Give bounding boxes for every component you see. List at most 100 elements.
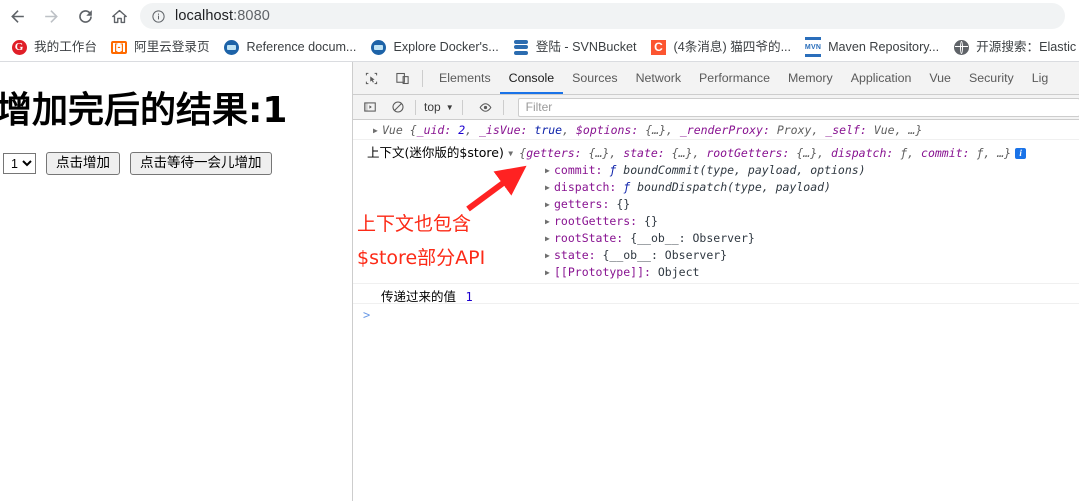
url-host: localhost — [175, 8, 234, 24]
console-prompt[interactable]: > — [353, 304, 1079, 326]
console-message-context[interactable]: 上下文(迷你版的$store) ▼ {getters: {…}, state: {… — [353, 140, 1079, 284]
property-row[interactable]: ▶ commit: ƒ boundCommit(type, payload, op… — [367, 162, 1079, 179]
clear-console-button[interactable] — [387, 96, 409, 118]
docker-icon — [224, 39, 240, 55]
address-bar[interactable]: localhost:8080 — [140, 3, 1065, 29]
home-button[interactable] — [102, 0, 136, 32]
console-message-passed-value[interactable]: 传递过来的值 1 — [353, 284, 1079, 304]
disclosure-triangle-icon[interactable]: ▶ — [545, 248, 554, 264]
passed-value-label: 传递过来的值 — [381, 289, 457, 304]
property-value: Object — [657, 265, 700, 279]
bookmark-label: 开源搜索：Elastic — [976, 40, 1077, 54]
property-row[interactable]: ▶ getters: {} — [367, 196, 1079, 213]
aliyun-icon: [-] — [110, 39, 127, 55]
console-sidebar-icon — [364, 102, 376, 112]
address-bar-url: localhost:8080 — [175, 8, 270, 24]
bookmark-item-2[interactable]: Reference docum... — [218, 36, 363, 58]
bookmark-item-5[interactable]: C (4条消息) 猫四爷的... — [645, 36, 798, 58]
disclosure-triangle-icon[interactable]: ▶ — [545, 180, 554, 196]
disclosure-triangle-icon[interactable]: ▶ — [545, 214, 554, 230]
tab-application[interactable]: Application — [842, 62, 921, 94]
disclosure-triangle-expanded-icon[interactable]: ▼ — [508, 146, 519, 162]
property-value: boundCommit(type, payload, options) — [623, 163, 866, 177]
summary-dispatch-value: ƒ, — [900, 146, 915, 160]
page-info-icon[interactable] — [151, 9, 166, 24]
summary-rootgetters-key: rootGetters: — [706, 146, 790, 160]
tab-network[interactable]: Network — [627, 62, 690, 94]
back-button[interactable] — [0, 0, 34, 32]
forward-arrow-icon — [44, 9, 58, 23]
property-row[interactable]: ▶ rootGetters: {} — [367, 213, 1079, 230]
tab-console[interactable]: Console — [500, 62, 563, 94]
bookmark-item-7[interactable]: 开源搜索：Elastic — [947, 36, 1079, 58]
property-key: [[Prototype]]: — [554, 265, 651, 279]
disclosure-triangle-icon[interactable]: ▶ — [373, 123, 382, 139]
property-key: state: — [554, 248, 596, 262]
devtools-tabbar: Elements Console Sources Network Perform… — [353, 62, 1079, 95]
prop-options-key: $options: — [575, 123, 639, 137]
console-output: ▶ Vue {_uid: 2, _isVue: true, $options: {… — [353, 120, 1079, 501]
property-row[interactable]: ▶ dispatch: ƒ boundDispatch(type, payload… — [367, 179, 1079, 196]
toggle-device-toolbar-icon — [395, 72, 409, 84]
property-row[interactable]: ▶ rootState: {__ob__: Observer} — [367, 230, 1079, 247]
property-value: {__ob__: Observer} — [602, 248, 728, 262]
docker-icon — [370, 39, 386, 55]
execution-context-selector[interactable]: top ▼ — [422, 100, 456, 114]
tab-elements[interactable]: Elements — [430, 62, 500, 94]
home-icon — [111, 9, 127, 23]
csdn-icon: C — [651, 39, 667, 55]
quantity-select[interactable]: 1 2 3 — [3, 153, 36, 174]
tab-sources[interactable]: Sources — [563, 62, 626, 94]
filterbar-divider — [415, 99, 416, 115]
vue-constructor: Vue — [382, 123, 403, 137]
gitee-icon: G — [11, 39, 27, 55]
summary-ellipsis: …} — [997, 146, 1012, 160]
summary-commit-key: commit: — [921, 146, 970, 160]
context-log-label: 上下文(迷你版的$store) — [367, 145, 504, 160]
summary-state-value: {…}, — [671, 146, 700, 160]
web-page-viewport: 增加完后的结果:1 1 2 3 点击增加 点击等待一会儿增加 — [0, 62, 352, 501]
summary-state-key: state: — [623, 146, 665, 160]
bookmarks-bar: G 我的工作台 [-] 阿里云登录页 Reference docum... Ex… — [0, 32, 1079, 62]
increment-button[interactable]: 点击增加 — [46, 152, 120, 175]
console-filter-input[interactable]: Filter — [517, 97, 1079, 117]
tab-vue[interactable]: Vue — [920, 62, 960, 94]
tab-lighthouse[interactable]: Lig — [1023, 62, 1058, 94]
prop-ellipsis: …} — [908, 123, 923, 137]
bookmark-item-3[interactable]: Explore Docker's... — [364, 36, 504, 58]
inspect-element-button[interactable] — [358, 65, 384, 91]
summary-rootgetters-value: {…}, — [796, 146, 825, 160]
live-expression-button[interactable] — [475, 96, 497, 118]
page-controls: 1 2 3 点击增加 点击等待一会儿增加 — [3, 152, 272, 175]
disclosure-triangle-icon[interactable]: ▶ — [545, 197, 554, 213]
tab-performance[interactable]: Performance — [690, 62, 779, 94]
tab-security[interactable]: Security — [960, 62, 1023, 94]
console-message-vue[interactable]: ▶ Vue {_uid: 2, _isVue: true, $options: {… — [353, 120, 1079, 140]
bookmark-label: 我的工作台 — [34, 40, 97, 54]
disclosure-triangle-icon[interactable]: ▶ — [545, 265, 554, 281]
property-row[interactable]: ▶ state: {__ob__: Observer} — [367, 247, 1079, 264]
bookmark-item-0[interactable]: G 我的工作台 — [5, 36, 103, 58]
forward-button[interactable] — [34, 0, 68, 32]
bookmark-item-4[interactable]: 登陆 - SVNBucket — [507, 36, 643, 58]
summary-getters-value: {…}, — [588, 146, 617, 160]
bookmark-item-6[interactable]: MVN Maven Repository... — [799, 36, 945, 58]
info-badge-icon[interactable]: i — [1015, 148, 1027, 159]
reload-button[interactable] — [68, 0, 102, 32]
object-properties-list: ▶ commit: ƒ boundCommit(type, payload, op… — [367, 162, 1079, 281]
filterbar-divider-3 — [502, 99, 504, 115]
delayed-increment-button[interactable]: 点击等待一会儿增加 — [130, 152, 272, 175]
disclosure-triangle-icon[interactable]: ▶ — [545, 163, 554, 179]
disclosure-triangle-icon[interactable]: ▶ — [545, 231, 554, 247]
tab-memory[interactable]: Memory — [779, 62, 842, 94]
maven-icon: MVN — [804, 37, 822, 57]
prop-isvue-key: _isVue: — [479, 123, 528, 137]
bookmark-label: Explore Docker's... — [393, 40, 499, 54]
property-row-prototype[interactable]: ▶ [[Prototype]]: Object — [367, 264, 1079, 281]
toggle-device-toolbar-button[interactable] — [389, 65, 415, 91]
prop-uid-key: _uid: — [416, 123, 452, 137]
console-sidebar-button[interactable] — [359, 96, 381, 118]
summary-dispatch-key: dispatch: — [830, 146, 894, 160]
bookmark-item-1[interactable]: [-] 阿里云登录页 — [105, 36, 216, 58]
reload-icon — [78, 9, 92, 23]
